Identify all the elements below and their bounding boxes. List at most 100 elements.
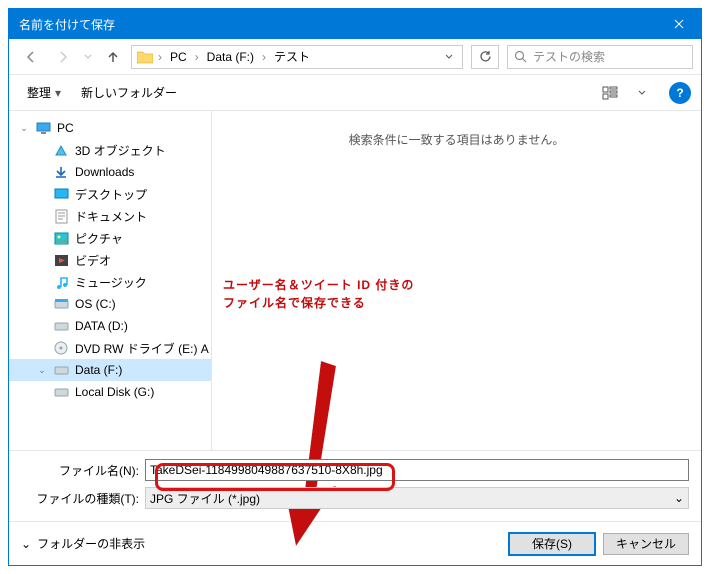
filetype-row: ファイルの種類(T): JPG ファイル (*.jpg) ⌄: [21, 487, 689, 509]
tree-label: PC: [57, 121, 74, 135]
tree-item[interactable]: ピクチャ: [9, 227, 211, 249]
window-title: 名前を付けて保存: [19, 16, 115, 33]
chevron-right-icon: ›: [260, 50, 268, 64]
address-bar[interactable]: › PC › Data (F:) › テスト: [131, 45, 463, 69]
tree-item-icon: [53, 186, 69, 202]
organize-label: 整理: [27, 84, 51, 101]
view-mode-button[interactable]: [597, 82, 623, 104]
tree-label: Local Disk (G:): [75, 385, 154, 399]
refresh-icon: [479, 50, 492, 63]
tree-item[interactable]: OS (C:): [9, 293, 211, 315]
filename-row: ファイル名(N):: [21, 459, 689, 481]
caret-down-icon: ▾: [55, 86, 61, 100]
chevron-down-icon: [445, 54, 453, 59]
tree-label: ピクチャ: [75, 230, 123, 247]
hide-folders-toggle[interactable]: ⌄ フォルダーの非表示: [21, 535, 145, 552]
tree-item[interactable]: ドキュメント: [9, 205, 211, 227]
collapse-icon[interactable]: ⌄: [19, 123, 29, 134]
tree-label: DATA (D:): [75, 319, 128, 333]
filetype-value: JPG ファイル (*.jpg): [150, 490, 260, 507]
tree-label: ビデオ: [75, 252, 111, 269]
tree-item[interactable]: DVD RW ドライブ (E:) A: [9, 337, 211, 359]
close-button[interactable]: [656, 9, 701, 39]
chevron-down-icon: [84, 54, 92, 59]
action-row: ⌄ フォルダーの非表示 保存(S) キャンセル: [9, 521, 701, 565]
cancel-button[interactable]: キャンセル: [603, 533, 689, 555]
filename-input[interactable]: [145, 459, 689, 481]
tree-item[interactable]: ミュージック: [9, 271, 211, 293]
tree-item[interactable]: ⌄ Data (F:): [9, 359, 211, 381]
tree-item[interactable]: Local Disk (G:): [9, 381, 211, 403]
tree-item[interactable]: DATA (D:): [9, 315, 211, 337]
tree-item-icon: [53, 142, 69, 158]
breadcrumb-item[interactable]: Data (F:): [203, 50, 258, 64]
help-icon: ?: [676, 86, 683, 100]
toolbar: 整理 ▾ 新しいフォルダー ?: [9, 75, 701, 111]
tree-label: Downloads: [75, 165, 134, 179]
tree-item-icon: [53, 164, 69, 180]
tree-item-icon: [53, 296, 69, 312]
new-folder-button[interactable]: 新しいフォルダー: [73, 80, 185, 105]
breadcrumb-item[interactable]: PC: [166, 50, 191, 64]
forward-button[interactable]: [49, 43, 77, 71]
view-dropdown[interactable]: [629, 82, 655, 104]
help-button[interactable]: ?: [669, 82, 691, 104]
caret-down-icon: [638, 90, 646, 95]
tree-label: デスクトップ: [75, 186, 147, 203]
refresh-button[interactable]: [471, 45, 499, 69]
tree-label: ミュージック: [75, 274, 147, 291]
tree-item-icon: [53, 362, 69, 378]
save-as-dialog: 名前を付けて保存 › PC › Data (F:) › テスト テストの検索 整…: [8, 8, 702, 566]
close-icon: [674, 19, 684, 29]
history-dropdown[interactable]: [81, 43, 95, 71]
tree-label: DVD RW ドライブ (E:) A: [75, 340, 209, 357]
search-icon: [514, 50, 527, 63]
main-area: ⌄ PC 3D オブジェクト Downloads デスクトップドキュメントピクチャビ…: [9, 111, 701, 451]
tree-item-icon: [53, 230, 69, 246]
back-button[interactable]: [17, 43, 45, 71]
chevron-down-icon: ⌄: [21, 537, 31, 551]
hide-folders-label: フォルダーの非表示: [37, 535, 145, 552]
arrow-left-icon: [24, 50, 38, 64]
tree-item-icon: [53, 274, 69, 290]
breadcrumb-item[interactable]: テスト: [270, 48, 314, 65]
tree-item-icon: [53, 340, 69, 356]
up-button[interactable]: [99, 43, 127, 71]
tree-label: Data (F:): [75, 363, 122, 377]
expand-icon[interactable]: ⌄: [37, 365, 47, 376]
nav-row: › PC › Data (F:) › テスト テストの検索: [9, 39, 701, 75]
arrow-up-icon: [106, 50, 120, 64]
organize-button[interactable]: 整理 ▾: [19, 80, 69, 105]
chevron-right-icon: ›: [156, 50, 164, 64]
arrow-right-icon: [56, 50, 70, 64]
pc-icon: [35, 120, 51, 136]
filename-form: ファイル名(N): ファイルの種類(T): JPG ファイル (*.jpg) ⌄: [9, 451, 701, 521]
tree-item[interactable]: デスクトップ: [9, 183, 211, 205]
chevron-down-icon: ⌄: [674, 491, 684, 505]
tree-item-icon: [53, 318, 69, 334]
search-box[interactable]: テストの検索: [507, 45, 693, 69]
file-list-area: 検索条件に一致する項目はありません。: [212, 111, 701, 450]
tree-item-icon: [53, 384, 69, 400]
folder-icon: [136, 48, 154, 66]
tree-item-icon: [53, 208, 69, 224]
filetype-combo[interactable]: JPG ファイル (*.jpg) ⌄: [145, 487, 689, 509]
titlebar: 名前を付けて保存: [9, 9, 701, 39]
empty-message: 検索条件に一致する項目はありません。: [222, 131, 691, 148]
tree-item-pc[interactable]: ⌄ PC: [9, 117, 211, 139]
chevron-right-icon: ›: [193, 50, 201, 64]
tree-item[interactable]: 3D オブジェクト: [9, 139, 211, 161]
tree-label: 3D オブジェクト: [75, 142, 166, 159]
tiles-icon: [602, 86, 618, 100]
save-button[interactable]: 保存(S): [509, 533, 595, 555]
new-folder-label: 新しいフォルダー: [81, 84, 177, 101]
folder-tree[interactable]: ⌄ PC 3D オブジェクト Downloads デスクトップドキュメントピクチャビ…: [9, 111, 212, 450]
tree-item-icon: [53, 252, 69, 268]
search-placeholder: テストの検索: [533, 48, 605, 65]
tree-item[interactable]: Downloads: [9, 161, 211, 183]
tree-label: ドキュメント: [75, 208, 147, 225]
tree-item[interactable]: ビデオ: [9, 249, 211, 271]
filename-label: ファイル名(N):: [21, 462, 145, 479]
address-dropdown[interactable]: [440, 54, 458, 59]
filetype-label: ファイルの種類(T):: [21, 490, 145, 507]
